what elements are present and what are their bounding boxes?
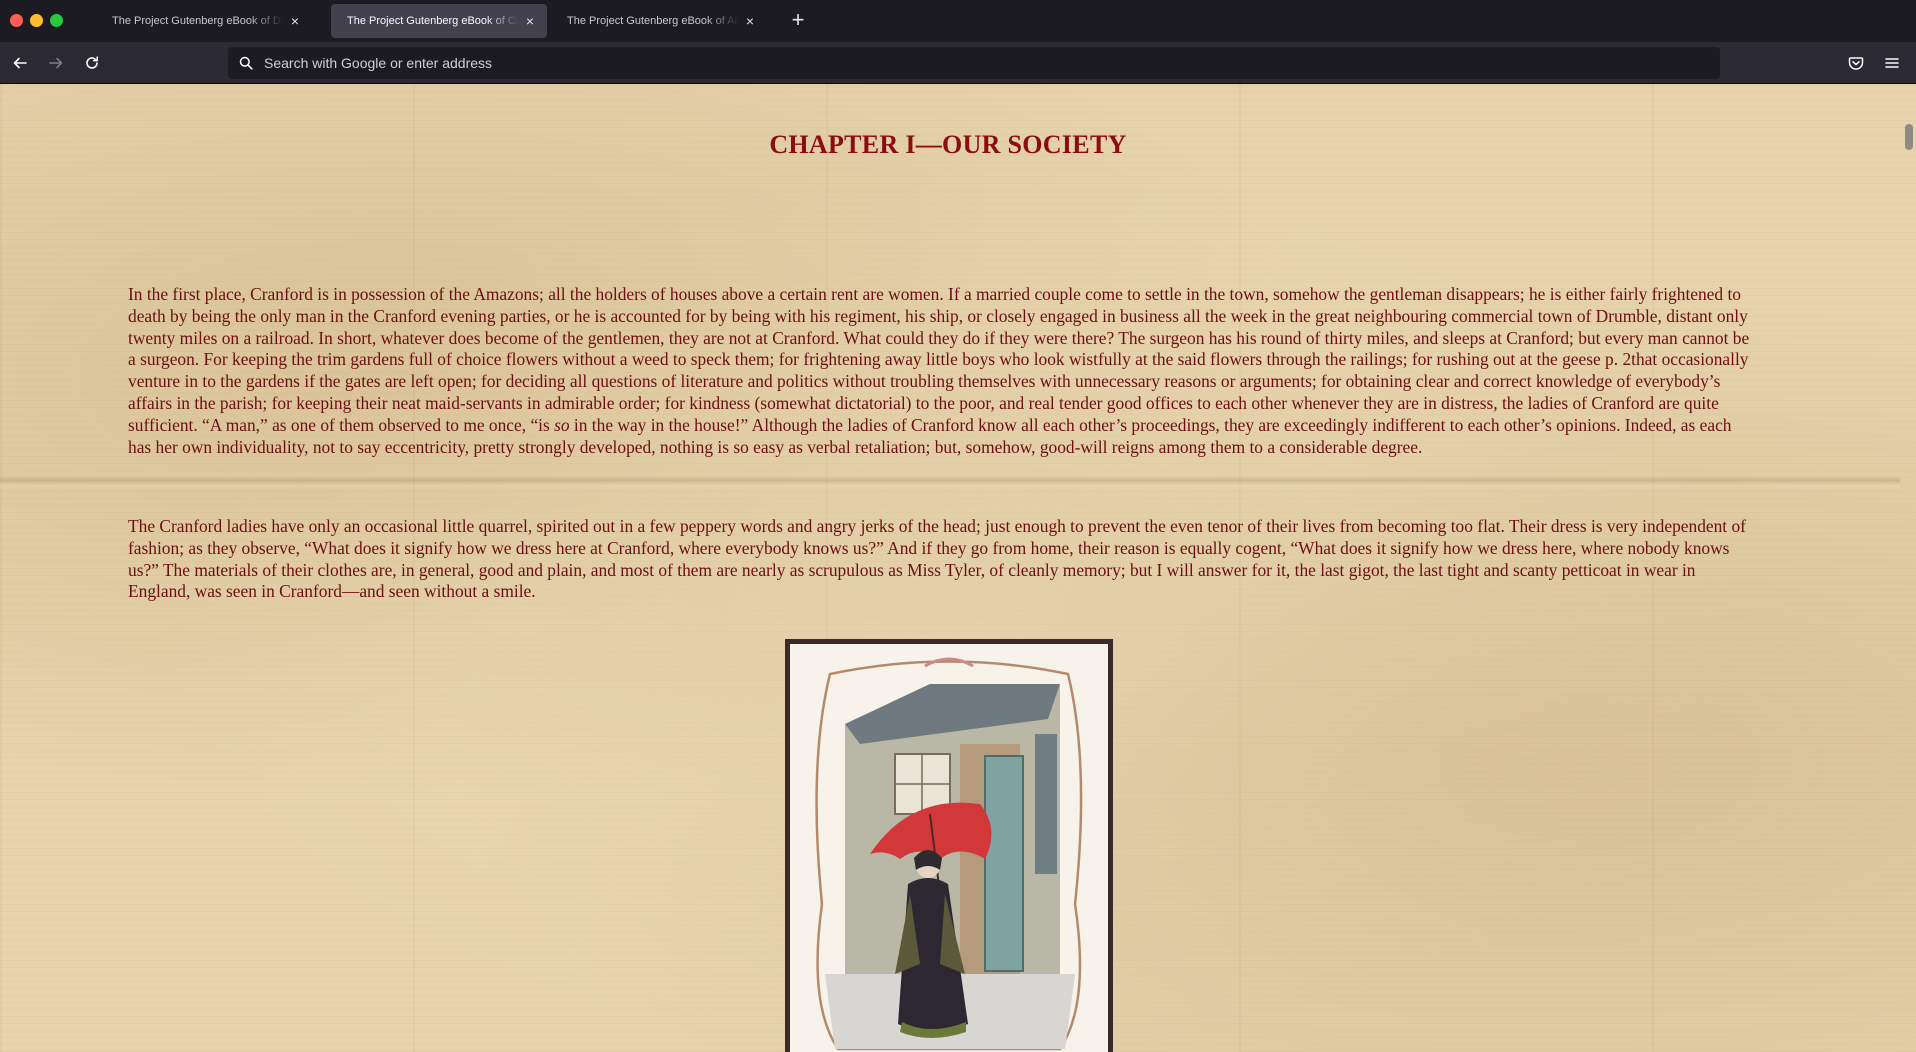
chapter-title: CHAPTER I—OUR SOCIETY (769, 130, 1127, 159)
paper-fold-decoration (0, 476, 1900, 490)
tab-anne-of-green-gables[interactable]: The Project Gutenberg eBook of Anne of G… (551, 4, 767, 38)
paragraph-2: The Cranford ladies have only an occasio… (128, 516, 1746, 602)
arrow-left-icon (13, 57, 27, 69)
tab-close-icon[interactable]: × (741, 12, 759, 30)
new-tab-button[interactable]: + (786, 9, 810, 33)
arrow-right-icon (49, 57, 63, 69)
woman-with-umbrella-illustration (815, 657, 1083, 1051)
search-icon (236, 53, 256, 73)
address-bar[interactable] (228, 47, 1720, 79)
reload-button[interactable] (79, 50, 105, 76)
tab-strip: The Project Gutenberg eBook of Dracula ×… (0, 0, 1916, 42)
scrollbar-thumb[interactable] (1905, 124, 1913, 150)
forward-button[interactable] (43, 50, 69, 76)
app-menu-button[interactable] (1879, 50, 1905, 76)
page-scrollbar[interactable] (1900, 84, 1916, 1052)
pocket-button[interactable] (1843, 50, 1869, 76)
reload-icon (86, 56, 98, 69)
tab-title: The Project Gutenberg eBook of Cranford (347, 15, 519, 27)
back-button[interactable] (7, 50, 33, 76)
window-zoom-button[interactable] (50, 14, 63, 27)
paragraph-1-italic: so (554, 414, 570, 435)
page-viewport: CHAPTER I—OUR SOCIETY In the first place… (0, 84, 1916, 1052)
url-input[interactable] (262, 54, 1662, 72)
tab-close-icon[interactable]: × (521, 12, 539, 30)
pocket-icon (1848, 57, 1864, 70)
tab-title: The Project Gutenberg eBook of Dracula (112, 15, 284, 27)
hamburger-menu-icon (1885, 58, 1899, 68)
paragraph-1-text-a: In the first place, Cranford is in posse… (128, 284, 1750, 435)
tab-close-icon[interactable]: × (286, 12, 304, 30)
paragraph-1: In the first place, Cranford is in posse… (128, 284, 1758, 458)
tab-title: The Project Gutenberg eBook of Anne of G… (567, 15, 739, 27)
tab-cranford[interactable]: The Project Gutenberg eBook of Cranford … (331, 4, 547, 38)
chapter-illustration (785, 639, 1113, 1052)
window-minimize-button[interactable] (30, 14, 43, 27)
window-close-button[interactable] (10, 14, 23, 27)
tab-dracula[interactable]: The Project Gutenberg eBook of Dracula × (96, 4, 312, 38)
navigation-toolbar (0, 42, 1916, 84)
